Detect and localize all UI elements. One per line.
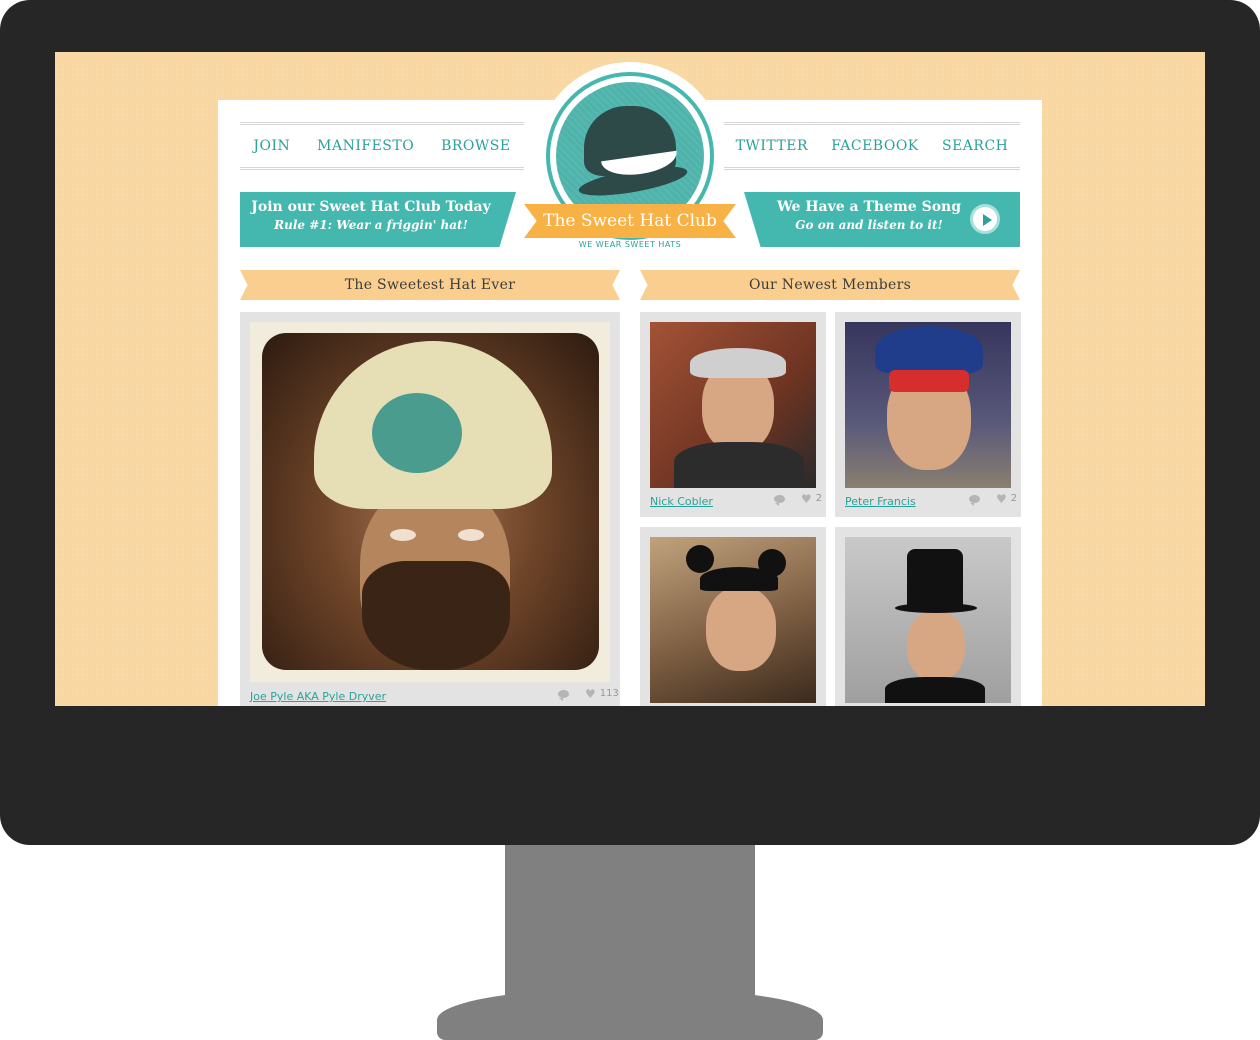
logo-title: The Sweet Hat Club [543, 211, 717, 231]
featured-card: Joe Pyle AKA Pyle Dryver ♥ 113 [240, 312, 620, 706]
photo-beard [362, 561, 510, 670]
member-card [640, 527, 826, 706]
photo-mouse-ear [686, 545, 714, 573]
featured-photo[interactable] [262, 333, 599, 670]
member-card: Peter Francis ♥ 2 [835, 312, 1021, 517]
nav-facebook[interactable]: FACEBOOK [831, 138, 919, 154]
monitor-base [437, 990, 823, 1040]
logo-tagline: WE WEAR SWEET HATS [578, 240, 682, 249]
nav-browse[interactable]: BROWSE [441, 138, 511, 154]
nav-right: TWITTER FACEBOOK SEARCH [724, 122, 1020, 170]
photo-eye [458, 529, 484, 541]
heart-icon[interactable]: ♥ [585, 688, 596, 700]
photo-hat [700, 567, 778, 591]
join-banner-title: Join our Sweet Hat Club Today [251, 199, 491, 215]
member-link[interactable]: Nick Cobler [650, 495, 713, 508]
member-card: Nick Cobler ♥ 2 [640, 312, 826, 517]
comment-icon[interactable] [774, 494, 785, 506]
member-photo[interactable] [845, 537, 1011, 703]
photo-scarf [674, 442, 804, 488]
member-photo[interactable] [650, 322, 816, 488]
member-link[interactable]: Peter Francis [845, 495, 916, 508]
featured-member-link[interactable]: Joe Pyle AKA Pyle Dryver [250, 690, 386, 703]
photo-hat-sticker [372, 393, 462, 473]
featured-meta: ♥ 113 [558, 688, 619, 701]
photo-shirt [885, 677, 985, 703]
theme-song-title: We Have a Theme Song [776, 199, 962, 215]
nav-left: JOIN MANIFESTO BROWSE [240, 122, 524, 170]
photo-sunglasses [889, 370, 969, 392]
play-icon[interactable] [970, 204, 1000, 234]
member-likes: 2 [815, 493, 823, 504]
comment-icon[interactable] [558, 689, 569, 701]
photo-cap [690, 348, 786, 378]
photo-hat [875, 326, 983, 374]
member-meta: ♥ 2 [774, 493, 823, 506]
nav-twitter[interactable]: TWITTER [736, 138, 808, 154]
comment-icon[interactable] [969, 494, 980, 506]
member-likes: 2 [1010, 493, 1018, 504]
featured-photo-frame [250, 322, 610, 682]
theme-song-subtitle: Go on and listen to it! [795, 218, 943, 232]
photo-top-hat [907, 549, 963, 611]
join-banner[interactable]: Join our Sweet Hat Club Today Rule #1: W… [240, 192, 516, 247]
screen: JOIN MANIFESTO BROWSE TWITTER FACEBOOK S… [55, 52, 1205, 706]
member-photo[interactable] [845, 322, 1011, 488]
site-page: JOIN MANIFESTO BROWSE TWITTER FACEBOOK S… [218, 62, 1042, 706]
nav-manifesto[interactable]: MANIFESTO [317, 138, 414, 154]
photo-top-hat-brim [895, 603, 977, 613]
featured-section-header: The Sweetest Hat Ever [240, 270, 620, 300]
member-photo[interactable] [650, 537, 816, 703]
photo-eye [390, 529, 416, 541]
logo-ribbon: The Sweet Hat Club [524, 204, 736, 238]
monitor-stand [505, 845, 755, 995]
photo-face [706, 587, 776, 671]
join-banner-subtitle: Rule #1: Wear a friggin' hat! [274, 218, 468, 232]
heart-icon[interactable]: ♥ [996, 493, 1007, 505]
member-card [835, 527, 1021, 706]
photo-face [907, 611, 965, 681]
members-section-header: Our Newest Members [640, 270, 1020, 300]
nav-search[interactable]: SEARCH [942, 138, 1008, 154]
nav-join[interactable]: JOIN [253, 138, 290, 154]
featured-likes: 113 [599, 688, 619, 699]
member-meta: ♥ 2 [969, 493, 1018, 506]
theme-song-banner[interactable]: We Have a Theme Song Go on and listen to… [744, 192, 1020, 247]
heart-icon[interactable]: ♥ [801, 493, 812, 505]
